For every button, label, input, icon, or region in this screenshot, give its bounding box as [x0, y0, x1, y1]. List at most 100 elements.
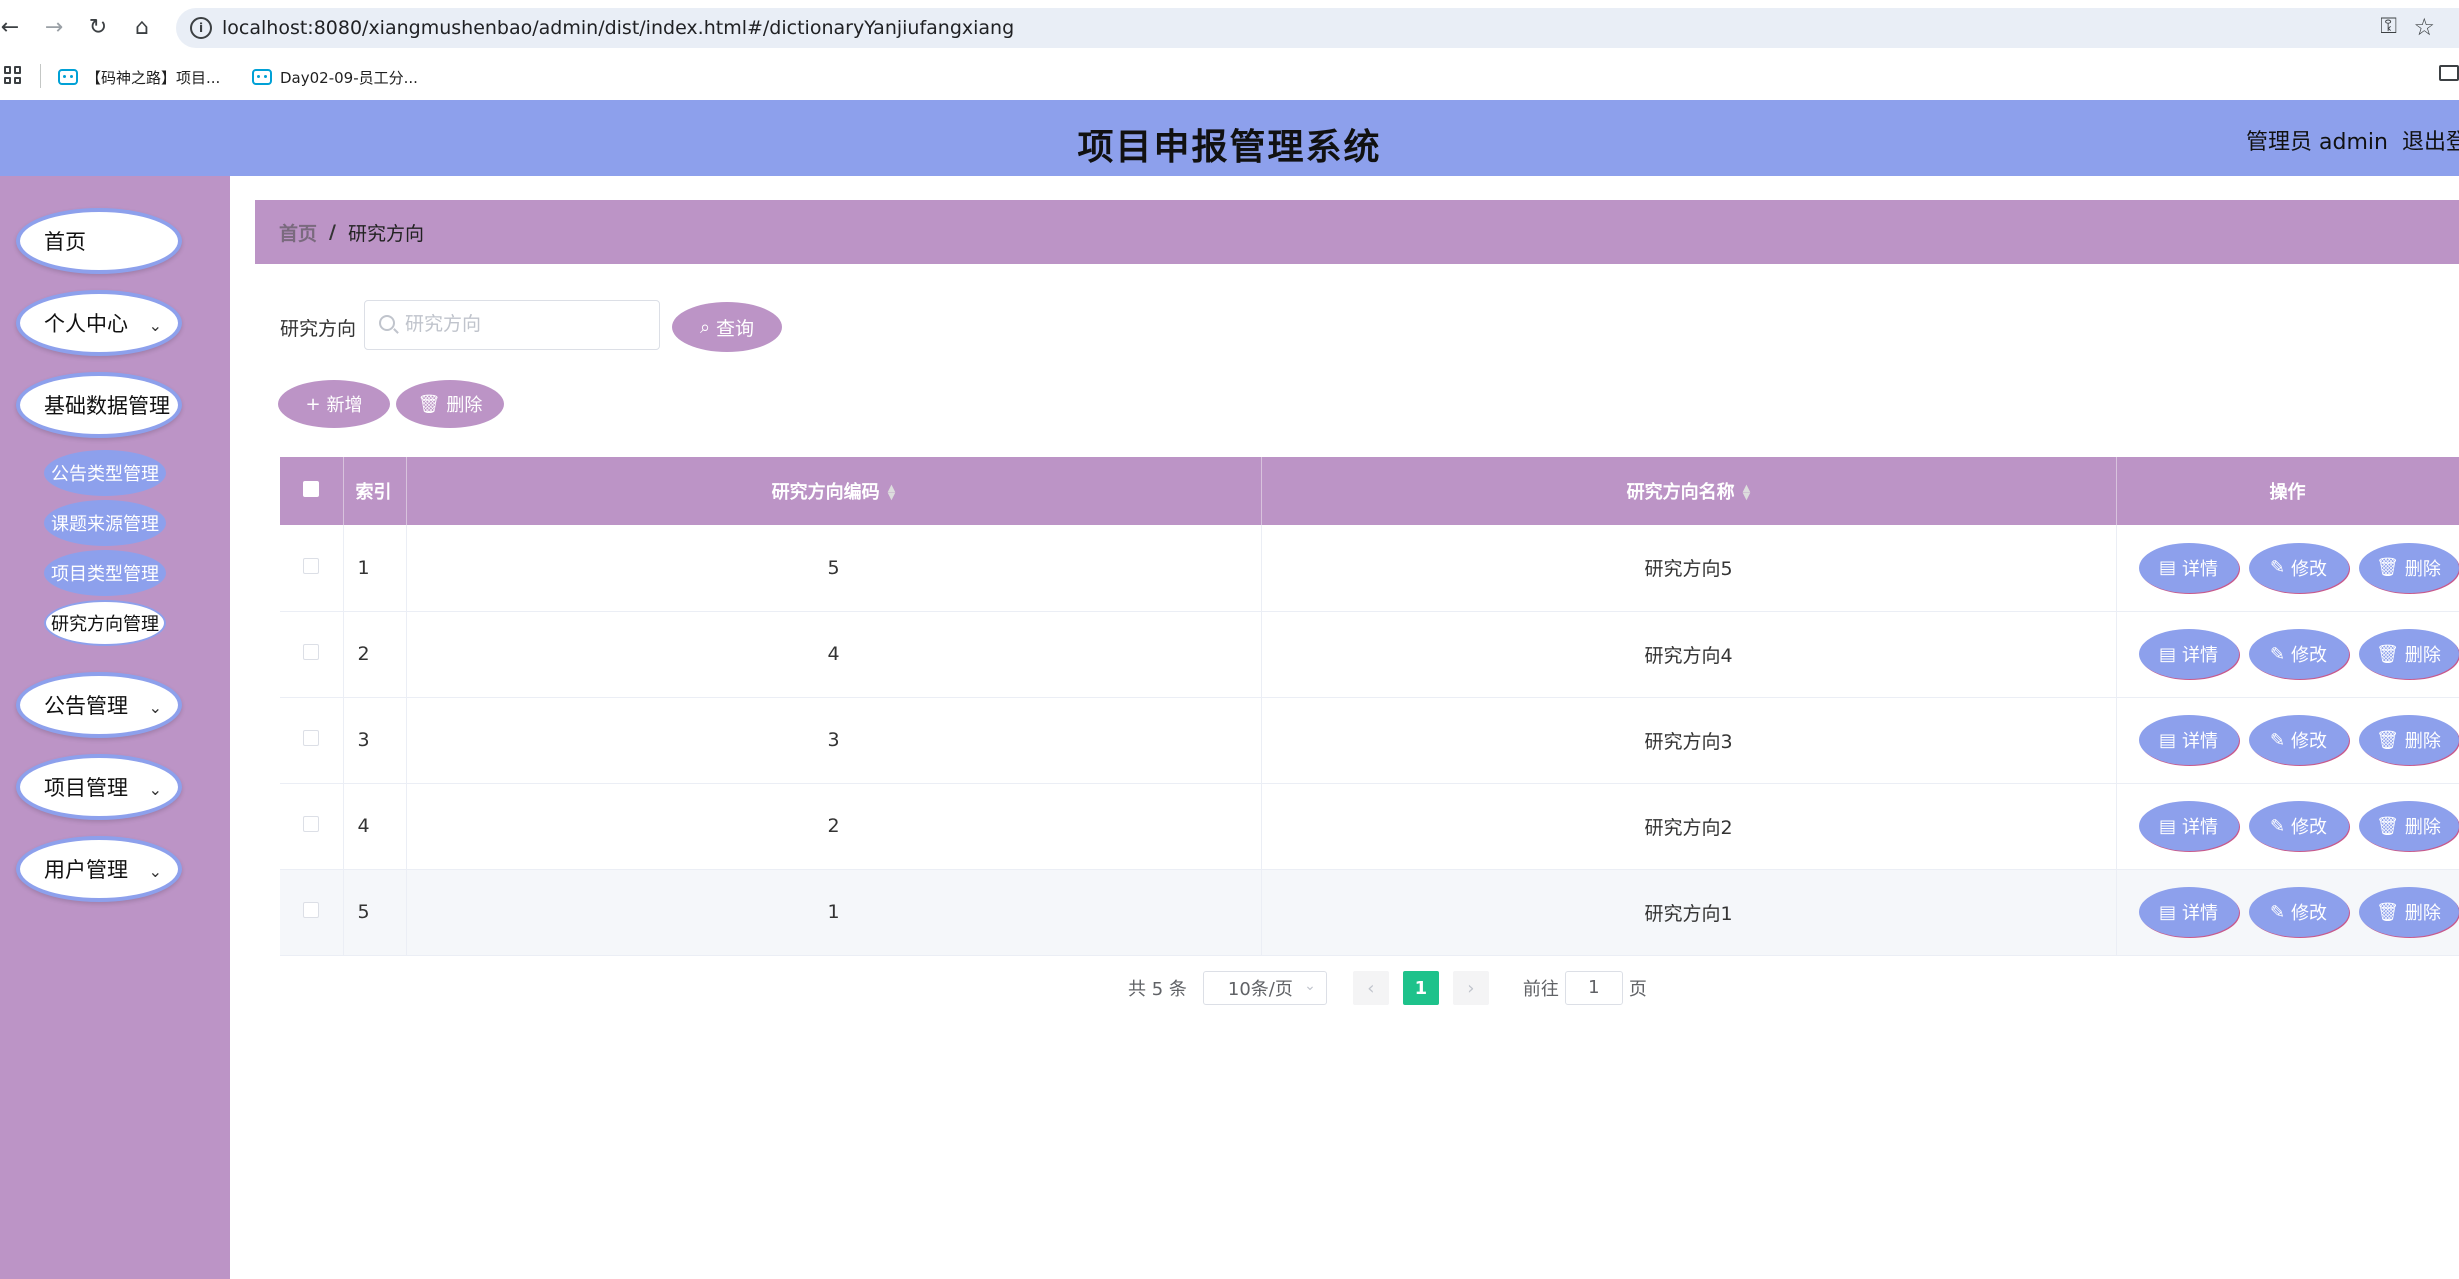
- select-all-checkbox[interactable]: [303, 480, 320, 497]
- table-row[interactable]: 5 1 研究方向1 ▤ 详情 ✎ 修改 🗑 删除: [280, 869, 2459, 956]
- edit-button-label: 修改: [2291, 817, 2328, 838]
- row-checkbox[interactable]: [303, 902, 320, 918]
- table-row[interactable]: 1 5 研究方向5 ▤ 详情 ✎ 修改 🗑 删除: [280, 525, 2459, 612]
- data-table: 索引 研究方向编码 ▲ ▼ 研究方向名称 ▲ ▼ 操作 1 5 研究方向5 ▤ 详情 ✎ 修改 🗑 删除…: [280, 457, 2459, 956]
- apps-grid-icon[interactable]: [4, 66, 22, 84]
- cell-name: 研究方向4: [1261, 611, 2117, 698]
- trash-icon: 🗑: [2376, 557, 2399, 579]
- breadcrumb-home[interactable]: 首页: [279, 219, 317, 246]
- row-delete-button[interactable]: 🗑 删除: [2358, 715, 2459, 765]
- row-select-cell: [280, 611, 344, 698]
- row-delete-button-label: 删除: [2404, 903, 2441, 924]
- column-header-name[interactable]: 研究方向名称 ▲ ▼: [1261, 457, 2117, 525]
- document-icon: ▤: [2158, 557, 2176, 579]
- row-checkbox[interactable]: [303, 644, 320, 660]
- cell-index: 4: [343, 783, 407, 870]
- trash-icon: 🗑: [2376, 901, 2399, 923]
- cell-name: 研究方向2: [1261, 783, 2117, 870]
- page-size-select[interactable]: 10条/页 ⌄: [1202, 971, 1327, 1005]
- row-select-cell: [280, 869, 344, 956]
- detail-button[interactable]: ▤ 详情: [2138, 629, 2239, 679]
- row-delete-button[interactable]: 🗑 删除: [2358, 629, 2459, 679]
- row-select-cell: [280, 525, 344, 612]
- row-delete-button[interactable]: 🗑 删除: [2358, 887, 2459, 937]
- sidebar-item-label: 基础数据管理: [44, 394, 170, 418]
- row-checkbox[interactable]: [303, 557, 320, 574]
- site-info-icon[interactable]: i: [190, 17, 212, 39]
- detail-button[interactable]: ▤ 详情: [2138, 887, 2239, 937]
- edit-button[interactable]: ✎ 修改: [2248, 542, 2349, 593]
- page-number-current[interactable]: 1: [1402, 971, 1439, 1005]
- bookmarks-bar: 【码神之路】项目... Day02-09-员工分...: [0, 56, 2459, 100]
- table-header-row: 索引 研究方向编码 ▲ ▼ 研究方向名称 ▲ ▼ 操作: [280, 457, 2459, 525]
- sidebar-item-home[interactable]: 首页: [16, 208, 182, 274]
- breadcrumb-separator: /: [329, 221, 336, 243]
- plus-icon: +: [305, 393, 321, 415]
- edit-icon: ✎: [2269, 815, 2286, 837]
- edit-button[interactable]: ✎ 修改: [2248, 887, 2349, 937]
- column-header-index: 索引: [343, 457, 407, 525]
- query-button[interactable]: ⌕ 查询: [672, 302, 782, 352]
- page-unit-label: 页: [1628, 979, 1647, 1000]
- row-delete-button-label: 删除: [2404, 558, 2441, 580]
- column-header-code[interactable]: 研究方向编码 ▲ ▼: [406, 457, 1262, 525]
- sidebar-item-personal-center[interactable]: 个人中心 ⌄: [16, 290, 182, 356]
- row-delete-button[interactable]: 🗑 删除: [2358, 801, 2459, 851]
- sidebar-item-notice[interactable]: 公告管理 ⌄: [16, 672, 182, 738]
- goto-page-input[interactable]: 1: [1564, 971, 1623, 1005]
- bookmark-item[interactable]: 【码神之路】项目...: [58, 66, 220, 88]
- sidebar-item-user[interactable]: 用户管理 ⌄: [16, 836, 182, 902]
- row-delete-button-label: 删除: [2404, 817, 2441, 838]
- home-icon[interactable]: ⌂: [128, 14, 156, 42]
- cell-name: 研究方向5: [1261, 525, 2117, 612]
- detail-button-label: 详情: [2182, 817, 2218, 838]
- edit-button[interactable]: ✎ 修改: [2248, 715, 2349, 765]
- next-page-button[interactable]: ›: [1452, 971, 1489, 1005]
- back-icon[interactable]: ←: [0, 14, 24, 42]
- sidebar-subitem-label: 公告类型管理: [51, 464, 159, 485]
- table-row[interactable]: 2 4 研究方向4 ▤ 详情 ✎ 修改 🗑 删除: [280, 611, 2459, 698]
- detail-button[interactable]: ▤ 详情: [2138, 542, 2239, 593]
- reload-icon[interactable]: ↻: [84, 14, 112, 42]
- search-field[interactable]: [364, 300, 660, 350]
- sidebar-item-project[interactable]: 项目管理 ⌄: [16, 754, 182, 820]
- sidebar-subitem-project-type[interactable]: 项目类型管理: [44, 550, 166, 596]
- edit-button[interactable]: ✎ 修改: [2248, 801, 2349, 851]
- search-input[interactable]: [405, 313, 645, 335]
- row-checkbox[interactable]: [303, 816, 320, 832]
- sidebar-item-label: 首页: [44, 230, 86, 254]
- sidebar-subitem-notice-type[interactable]: 公告类型管理: [44, 450, 166, 496]
- edit-icon: ✎: [2269, 557, 2286, 579]
- sort-icon[interactable]: ▲ ▼: [888, 484, 896, 502]
- table-row[interactable]: 3 3 研究方向3 ▤ 详情 ✎ 修改 🗑 删除: [280, 697, 2459, 784]
- detail-button-label: 详情: [2182, 903, 2218, 924]
- sidebar-item-label: 用户管理: [44, 858, 128, 882]
- add-button[interactable]: + 新增: [278, 380, 390, 428]
- batch-delete-button[interactable]: 🗑 删除: [396, 380, 504, 428]
- row-checkbox[interactable]: [303, 730, 320, 746]
- row-delete-button[interactable]: 🗑 删除: [2358, 542, 2459, 593]
- table-row[interactable]: 4 2 研究方向2 ▤ 详情 ✎ 修改 🗑 删除: [280, 783, 2459, 870]
- bookmark-star-icon[interactable]: ☆: [2413, 13, 2435, 41]
- sidebar-subitem-label: 研究方向管理: [51, 614, 159, 635]
- detail-button[interactable]: ▤ 详情: [2138, 801, 2239, 851]
- cell-index: 5: [343, 869, 407, 956]
- bookmark-item[interactable]: Day02-09-员工分...: [252, 66, 418, 88]
- row-select-cell: [280, 697, 344, 784]
- address-bar[interactable]: i localhost:8080/xiangmushenbao/admin/di…: [176, 8, 2459, 48]
- sort-icon[interactable]: ▲ ▼: [1743, 484, 1751, 502]
- folder-icon[interactable]: [2439, 65, 2459, 81]
- sidebar-subitem-label: 课题来源管理: [51, 514, 159, 535]
- forward-icon[interactable]: →: [40, 14, 68, 42]
- sidebar-item-basic-data[interactable]: 基础数据管理: [16, 372, 182, 438]
- bilibili-icon: [252, 69, 272, 85]
- document-icon: ▤: [2158, 901, 2176, 923]
- password-key-icon[interactable]: ⚿: [2380, 14, 2397, 39]
- sidebar-subitem-research-direction[interactable]: 研究方向管理: [44, 600, 166, 646]
- logout-link[interactable]: 退出登: [2402, 124, 2459, 156]
- url-text[interactable]: localhost:8080/xiangmushenbao/admin/dist…: [222, 17, 1014, 39]
- prev-page-button[interactable]: ‹: [1352, 971, 1389, 1005]
- edit-button[interactable]: ✎ 修改: [2248, 629, 2349, 679]
- detail-button[interactable]: ▤ 详情: [2138, 715, 2239, 765]
- sidebar-subitem-topic-source[interactable]: 课题来源管理: [44, 500, 166, 546]
